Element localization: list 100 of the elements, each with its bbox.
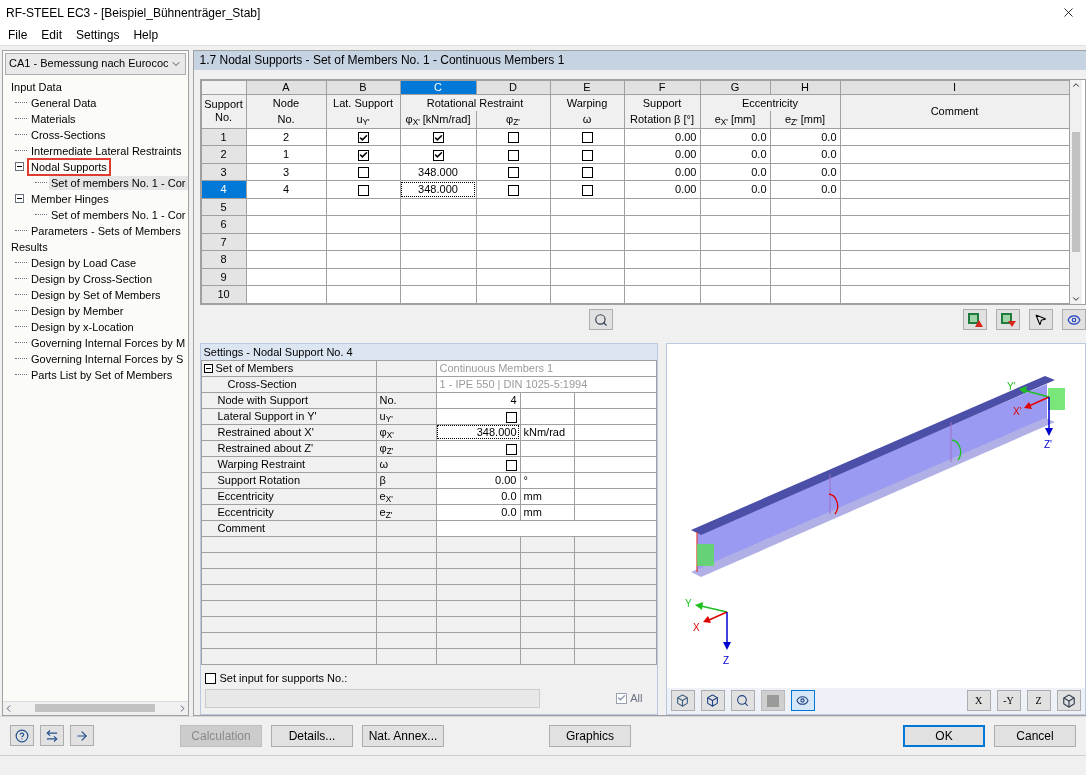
- tree-item[interactable]: Set of members No. 1 - Cor: [49, 207, 188, 222]
- view-direction-button[interactable]: -Y: [996, 690, 1021, 712]
- tree-item[interactable]: Materials: [29, 111, 78, 126]
- checkbox[interactable]: [357, 184, 369, 196]
- menu-item[interactable]: Edit: [41, 26, 63, 45]
- tree-item[interactable]: General Data: [29, 95, 99, 110]
- checkbox[interactable]: [357, 167, 369, 179]
- column-subheader: ω: [582, 113, 592, 126]
- property-label: Restrained about Z': [217, 441, 314, 456]
- tree-item[interactable]: Set of members No. 1 - Cor: [49, 175, 188, 190]
- column-letter[interactable]: B: [326, 80, 400, 95]
- checkbox[interactable]: [507, 149, 519, 161]
- column-subheader: φ$_{X'}$ [kNm/rad]: [405, 113, 471, 126]
- menu-item[interactable]: File: [8, 26, 28, 45]
- property-symbol: e$_{X'}$: [379, 490, 393, 503]
- tree-item[interactable]: Design by x-Location: [29, 319, 136, 334]
- graphic-button[interactable]: [790, 690, 815, 712]
- checkbox[interactable]: [432, 149, 444, 161]
- zoom-button[interactable]: [730, 690, 755, 712]
- view-button[interactable]: [1061, 309, 1086, 331]
- table-cell: 0.00: [624, 163, 700, 181]
- tree-item[interactable]: Intermediate Lateral Restraints: [29, 143, 184, 158]
- property-label: Node with Support: [217, 393, 308, 408]
- import-button[interactable]: [995, 309, 1020, 331]
- checkbox-label: Set input for supports No.:: [219, 671, 348, 687]
- column-subheader: e$_{Z'}$ [mm]: [784, 113, 826, 126]
- checkbox[interactable]: [505, 443, 517, 455]
- tree-item[interactable]: Design by Set of Members: [29, 287, 163, 302]
- cube-icon: [1061, 693, 1076, 708]
- pointer-icon: [1034, 313, 1047, 327]
- dialog-button[interactable]: OK: [903, 724, 985, 747]
- previous-button[interactable]: [40, 725, 64, 747]
- eye-icon: [1066, 312, 1081, 327]
- horizontal-scrollbar[interactable]: [3, 700, 188, 715]
- tree-item[interactable]: Input Data: [9, 79, 64, 94]
- graphic-button[interactable]: [700, 690, 725, 712]
- tree-item[interactable]: Governing Internal Forces by M: [29, 335, 188, 350]
- help-button[interactable]: [10, 725, 34, 747]
- collapse-icon[interactable]: [15, 162, 24, 172]
- tree-item[interactable]: Design by Cross-Section: [29, 271, 155, 286]
- checkbox[interactable]: [507, 167, 519, 179]
- tree-item[interactable]: Governing Internal Forces by S: [29, 351, 186, 366]
- tree-item[interactable]: Design by Member: [29, 303, 126, 318]
- table-cell: 0.00: [624, 180, 700, 199]
- collapse-icon[interactable]: [15, 194, 24, 204]
- column-letter[interactable]: I: [840, 80, 1069, 95]
- collapse-icon[interactable]: [203, 363, 213, 373]
- property-label: Lateral Support in Y': [217, 409, 317, 424]
- tree-item[interactable]: Parts List by Set of Members: [29, 367, 175, 382]
- checkbox[interactable]: [357, 149, 369, 161]
- case-select[interactable]: CA1 - Bemessung nach Eurococ: [5, 52, 186, 75]
- dialog-button[interactable]: Cancel: [994, 724, 1076, 747]
- tree-item[interactable]: Nodal Supports: [29, 159, 109, 174]
- property-label: Comment: [217, 521, 266, 536]
- column-letter[interactable]: E: [550, 80, 624, 95]
- column-letter[interactable]: G: [700, 80, 770, 95]
- view-direction-button[interactable]: Z: [1026, 690, 1051, 712]
- window-title: RF-STEEL EC3 - [Beispiel_Bühnenträger_Stab]: [6, 4, 261, 22]
- tree-item[interactable]: Design by Load Case: [29, 255, 139, 270]
- property-label: Warping Restraint: [217, 457, 306, 472]
- column-letter[interactable]: C: [400, 80, 476, 95]
- checkbox[interactable]: [581, 132, 593, 144]
- checkbox[interactable]: [581, 149, 593, 161]
- tree-item[interactable]: Parameters - Sets of Members: [29, 223, 183, 238]
- graphic-button[interactable]: [670, 690, 695, 712]
- checkbox[interactable]: [432, 132, 444, 144]
- checkbox[interactable]: [581, 184, 593, 196]
- checkbox[interactable]: [507, 184, 519, 196]
- next-button[interactable]: [70, 725, 94, 747]
- tree-item[interactable]: Member Hinges: [29, 191, 111, 206]
- dialog-button[interactable]: Nat. Annex...: [362, 724, 444, 747]
- column-letter[interactable]: A: [246, 80, 326, 95]
- column-subheader: No.: [277, 113, 295, 126]
- table-cell: 0.0: [770, 145, 840, 164]
- checkbox[interactable]: [505, 459, 517, 471]
- checkbox[interactable]: [357, 132, 369, 144]
- isometric-button[interactable]: [1056, 690, 1081, 712]
- view-direction-button[interactable]: X: [966, 690, 991, 712]
- column-letter[interactable]: H: [770, 80, 840, 95]
- tree-item[interactable]: Cross-Sections: [29, 127, 108, 142]
- dialog-button[interactable]: Graphics: [549, 724, 631, 747]
- column-letter[interactable]: D: [476, 80, 550, 95]
- tree-item[interactable]: Results: [9, 239, 50, 254]
- export-button[interactable]: [962, 309, 987, 331]
- spreadsheet-icon: [999, 311, 1016, 328]
- column-letter[interactable]: F: [624, 80, 700, 95]
- property-symbol: β: [379, 474, 386, 487]
- menu-item[interactable]: Settings: [76, 26, 120, 45]
- checkbox[interactable]: [204, 673, 216, 685]
- property-label: Eccentricity: [217, 489, 274, 504]
- dialog-button[interactable]: Details...: [271, 724, 353, 747]
- help-icon: [15, 728, 29, 743]
- checkbox[interactable]: [581, 167, 593, 179]
- checkbox[interactable]: [507, 132, 519, 144]
- column-subheader: φ$_{Z'}$: [506, 113, 520, 126]
- table-view-button[interactable]: [589, 309, 613, 331]
- checkbox[interactable]: [505, 411, 517, 423]
- pick-button[interactable]: [1028, 309, 1053, 331]
- supports-input-field[interactable]: [204, 688, 540, 708]
- menu-item[interactable]: Help: [133, 26, 159, 45]
